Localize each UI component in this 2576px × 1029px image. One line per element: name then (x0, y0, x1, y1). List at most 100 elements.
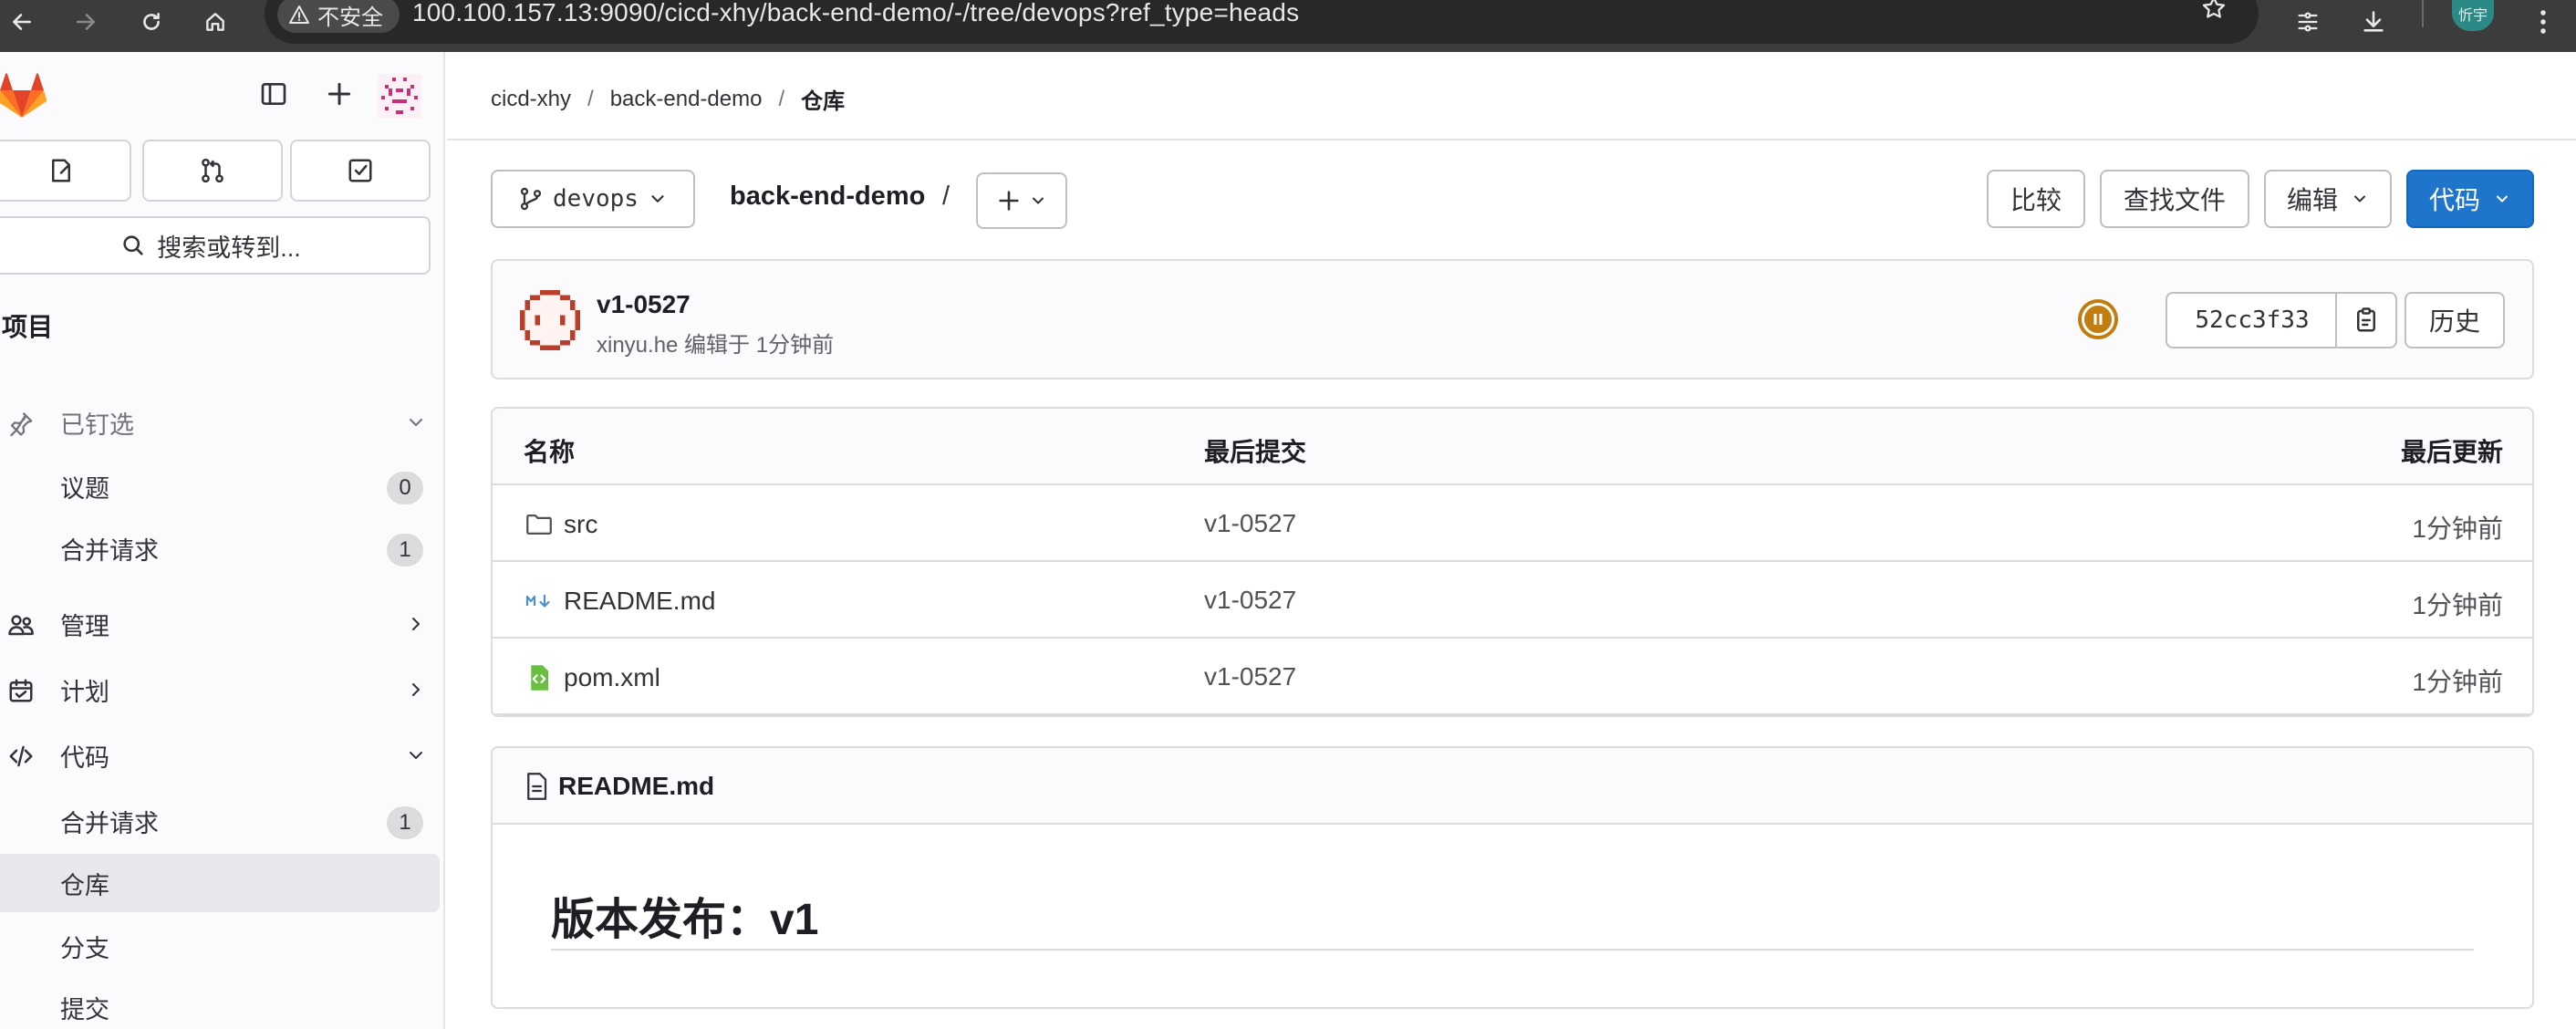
issues-shortcut-button[interactable] (0, 140, 131, 202)
file-tree-table: 名称 最后提交 最后更新 src v1-0527 1分钟前 README.md … (491, 407, 2534, 717)
sidebar-item-repository[interactable]: 仓库 (0, 854, 440, 912)
search-icon (123, 235, 143, 255)
chevron-right-icon (412, 618, 420, 630)
profile-avatar[interactable]: 忻宇 (2452, 0, 2494, 31)
chevron-down-icon (410, 419, 422, 426)
last-commit-card: v1-0527 xinyu.he 编辑于 1分钟前 52cc3f33 历史 (491, 259, 2534, 379)
breadcrumb-separator: / (587, 86, 594, 111)
table-row[interactable]: README.md v1-0527 1分钟前 (493, 562, 2532, 639)
history-button[interactable]: 历史 (2405, 292, 2505, 348)
heading-divider (551, 949, 2474, 951)
add-to-tree-button[interactable] (976, 172, 1067, 229)
branch-selector[interactable]: devops (491, 170, 695, 228)
breadcrumb-current[interactable]: 仓库 (801, 83, 845, 115)
table-row[interactable]: src v1-0527 1分钟前 (493, 485, 2532, 562)
commit-sha[interactable]: 52cc3f33 (2166, 292, 2337, 348)
users-icon (8, 615, 34, 636)
pin-icon (9, 411, 33, 437)
top-bar: cicd-xhy / back-end-demo / 仓库 (447, 52, 2576, 140)
sidebar-item-commits[interactable]: 提交 (0, 978, 440, 1029)
copy-sha-button[interactable] (2335, 292, 2397, 348)
download-icon[interactable] (2353, 2, 2394, 42)
sidebar-item-label: 合并请求 (60, 809, 159, 837)
last-update-time: 1分钟前 (2412, 514, 2503, 543)
column-header-name: 名称 (524, 438, 576, 466)
repo-root-link[interactable]: back-end-demo (730, 182, 925, 212)
readme-heading: 版本发布：v1 (551, 896, 819, 944)
profile-label: 忻宇 (2457, 8, 2488, 24)
table-row[interactable]: pom.xml v1-0527 1分钟前 (493, 639, 2532, 715)
security-chip[interactable]: 不安全 (277, 0, 400, 33)
file-name-link[interactable]: pom.xml (564, 663, 660, 692)
commit-title-link[interactable]: v1-0527 (597, 290, 691, 319)
extensions-icon[interactable] (2288, 2, 2328, 42)
file-name-link[interactable]: README.md (564, 587, 715, 616)
last-commit-link[interactable]: v1-0527 (1204, 509, 1296, 538)
user-avatar[interactable] (378, 74, 421, 122)
toolbar-divider (2422, 0, 2424, 27)
table-header-row: 名称 最后提交 最后更新 (493, 409, 2532, 485)
bookmark-star-icon[interactable] (2200, 0, 2228, 26)
sidebar-toggle-icon[interactable] (259, 79, 288, 113)
find-file-button[interactable]: 查找文件 (2100, 170, 2249, 228)
sidebar-item-manage[interactable]: 管理 (0, 595, 440, 653)
issues-icon (52, 159, 70, 182)
sidebar: 搜索或转到... 项目 已钉选 议题 0 合并请求 1 管理 计划 代码 合并请… (0, 52, 445, 1029)
forward-icon[interactable] (68, 4, 104, 40)
chevron-down-icon (2497, 195, 2508, 203)
gitlab-logo-icon[interactable] (0, 72, 47, 124)
back-icon[interactable] (4, 4, 40, 40)
sidebar-header (0, 52, 443, 136)
code-dropdown-button[interactable]: 代码 (2406, 170, 2534, 228)
markdown-icon (524, 586, 555, 617)
security-label: 不安全 (317, 5, 383, 30)
sidebar-item-label: 代码 (60, 743, 109, 772)
search-label: 搜索或转到... (157, 234, 301, 262)
sidebar-item-merge-requests-pinned[interactable]: 合并请求 1 (0, 519, 440, 577)
sidebar-item-code-merge-requests[interactable]: 合并请求 1 (0, 792, 440, 850)
code-label: 代码 (2428, 186, 2480, 214)
sidebar-item-pinned[interactable]: 已钉选 (0, 393, 440, 452)
sidebar-item-label: 议题 (60, 474, 109, 503)
todo-shortcut-button[interactable] (290, 140, 431, 202)
browser-menu-icon[interactable] (2523, 2, 2563, 42)
sidebar-item-issues[interactable]: 议题 0 (0, 457, 440, 515)
url-text[interactable]: 100.100.157.13:9090/cicd-xhy/back-end-de… (412, 0, 1299, 27)
readme-filename[interactable]: README.md (558, 772, 714, 801)
search-button[interactable]: 搜索或转到... (0, 216, 431, 275)
plus-icon (999, 191, 1019, 211)
file-name-link[interactable]: src (564, 510, 597, 539)
compare-button[interactable]: 比较 (1987, 170, 2085, 228)
merge-requests-shortcut-button[interactable] (142, 140, 283, 202)
reload-icon[interactable] (133, 4, 170, 40)
sidebar-item-label: 管理 (60, 612, 109, 640)
pipeline-status-icon[interactable] (2078, 299, 2118, 339)
readme-panel: README.md 版本发布：v1 (491, 746, 2534, 1009)
file-name-cell: pom.xml (524, 662, 660, 693)
column-header-last-commit: 最后提交 (1204, 438, 1307, 466)
create-new-icon[interactable] (325, 79, 354, 113)
sidebar-context-heading: 项目 (2, 313, 54, 341)
branch-name: devops (553, 185, 639, 213)
branch-icon (520, 187, 542, 211)
sidebar-item-branches[interactable]: 分支 (0, 917, 440, 975)
breadcrumb-group[interactable]: cicd-xhy (491, 87, 571, 112)
address-bar[interactable]: 不安全 100.100.157.13:9090/cicd-xhy/back-en… (265, 0, 2259, 44)
path-separator: / (942, 182, 950, 211)
chevron-down-icon (2354, 195, 2365, 203)
browser-toolbar: 不安全 100.100.157.13:9090/cicd-xhy/back-en… (0, 0, 2576, 52)
edit-dropdown-button[interactable]: 编辑 (2264, 170, 2392, 228)
home-icon[interactable] (197, 4, 234, 40)
code-icon (9, 745, 33, 767)
breadcrumb-project[interactable]: back-end-demo (610, 87, 763, 112)
warning-icon (289, 5, 309, 24)
sidebar-item-plan[interactable]: 计划 (0, 660, 440, 719)
todo-icon (348, 159, 372, 182)
sidebar-item-code[interactable]: 代码 (0, 726, 440, 785)
last-commit-link[interactable]: v1-0527 (1204, 586, 1296, 615)
last-commit-link[interactable]: v1-0527 (1204, 662, 1296, 691)
commit-author-avatar[interactable] (520, 290, 580, 350)
readme-header: README.md (493, 748, 2532, 825)
breadcrumb-separator: / (778, 86, 785, 111)
column-header-last-update: 最后更新 (2400, 438, 2503, 466)
